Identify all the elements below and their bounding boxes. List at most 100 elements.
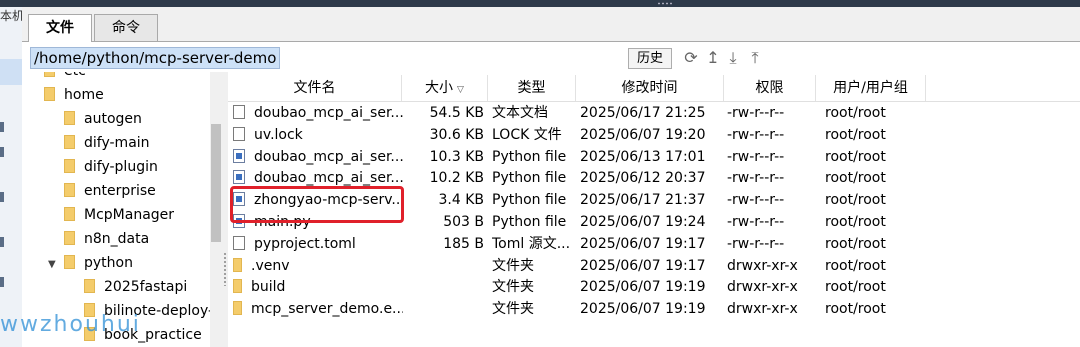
tree-item[interactable]: McpManager [48,204,174,226]
file-perm-cell: drwxr-xr-x [727,279,798,296]
file-type-cell: Python file [492,148,567,165]
top-strip [0,0,1080,7]
file-owner-cell: root/root [825,126,886,143]
tree-item-label: n8n_data [84,231,150,247]
tab-files[interactable]: 文件 [28,14,92,42]
directory-tree[interactable]: etc home autogen dify-main dify-plugin enterp… [22,72,223,347]
folder-icon [233,279,242,294]
tree-item[interactable]: etc [28,72,86,82]
file-mtime-cell: 2025/06/17 21:37 [580,192,706,209]
tree-item[interactable]: 2025fastapi [68,276,187,298]
file-mtime-cell: 2025/06/07 19:20 [580,126,706,143]
folder-icon [84,279,95,293]
folder-icon [64,207,75,221]
column-header-size[interactable]: 大小 ▽ [402,75,488,101]
file-name-text: uv.lock [254,126,303,143]
file-perm-cell: -rw-r--r-- [727,126,785,143]
file-name-text: doubao_mcp_ai_ser... [254,170,403,187]
file-row[interactable]: mcp_server_demo.e... 文件夹 2025/06/07 19:19 d… [228,298,1080,320]
tree-item[interactable]: home [28,84,104,106]
file-type-cell: Toml 源文... [492,235,571,252]
folder-icon [64,183,75,197]
history-button[interactable]: 历史 [628,48,672,69]
column-header-owner[interactable]: 用户/用户组 [816,75,926,101]
file-row[interactable]: doubao_mcp_ai_ser... 54.5 KB 文本文档 2025/06/1… [228,102,1080,124]
tree-item-label: 2025fastapi [104,279,188,295]
folder-icon [44,87,55,101]
file-size-cell: 54.5 KB [429,105,484,121]
file-mtime-cell: 2025/06/07 19:19 [580,301,706,318]
tree-item-label: etc [64,72,86,79]
file-type-cell: LOCK 文件 [492,126,562,143]
left-edge-mark [0,122,4,132]
sort-desc-icon: ▽ [457,85,464,95]
file-mtime-cell: 2025/06/07 19:24 [580,214,706,230]
file-type-cell: 文件夹 [492,301,534,318]
tab-bar: 文件 命令 [22,7,1080,42]
file-perm-cell: -rw-r--r-- [727,214,785,230]
tab-commands[interactable]: 命令 [94,14,158,41]
tree-scrollbar[interactable] [210,72,222,347]
file-perm-cell: -rw-r--r-- [727,170,785,187]
left-edge-mark [0,237,4,247]
column-header-type[interactable]: 类型 [488,75,576,101]
left-edge-mark [0,192,4,202]
file-mtime-cell: 2025/06/07 19:17 [580,257,706,274]
tree-expander-icon[interactable]: ▼ [48,254,60,276]
file-row[interactable]: pyproject.toml 185 B Toml 源文... 2025/06/07 … [228,233,1080,255]
column-header-name[interactable]: 文件名 [228,75,402,101]
splitter-grip[interactable] [223,252,227,286]
left-window-title: 本机 [0,9,23,23]
file-type-cell: Python file [492,170,567,187]
tree-item[interactable]: autogen [48,108,142,130]
download-icon[interactable]: ⤓ [724,48,742,68]
tree-item[interactable]: n8n_data [48,228,149,250]
file-row[interactable]: doubao_mcp_ai_ser... 10.3 KB Python file 20… [228,146,1080,168]
folder-icon [64,255,75,269]
folder-icon [64,159,75,173]
left-edge-mark [0,147,4,157]
file-row[interactable]: .venv 文件夹 2025/06/07 19:17 drwxr-xr-x root/r… [228,255,1080,277]
document-icon [233,235,245,250]
tree-item-label: autogen [84,111,142,127]
file-size-cell: 503 B [443,214,484,230]
path-field[interactable]: /home/python/mcp-server-demo [30,47,281,69]
tree-item[interactable]: enterprise [48,180,156,202]
file-perm-cell: -rw-r--r-- [727,235,785,252]
file-size-cell [404,298,484,320]
file-owner-cell: root/root [825,192,886,209]
path-bar: /home/python/mcp-server-demo 历史 ⟳ ↥ ⤓ ⤒ [22,42,1080,72]
watermark: wwzhouhui [0,312,141,337]
column-header-mtime[interactable]: 修改时间 [576,75,724,101]
up-icon[interactable]: ↥ [704,48,722,68]
file-mtime-cell: 2025/06/12 20:37 [580,170,706,187]
refresh-icon[interactable]: ⟳ [682,48,700,68]
drag-grip[interactable] [657,2,673,5]
file-row[interactable]: build 文件夹 2025/06/07 19:19 drwxr-xr-x root/r… [228,276,1080,298]
file-mtime-cell: 2025/06/07 19:17 [580,235,706,252]
file-name-text: .venv [251,257,290,274]
file-size-cell: 3.4 KB [438,192,485,209]
file-owner-cell: root/root [825,301,886,318]
tree-scrollbar-thumb[interactable] [211,124,221,242]
file-type-cell: Python file [492,192,567,209]
upload-icon[interactable]: ⤒ [746,48,764,68]
column-header-perm[interactable]: 权限 [724,75,816,101]
file-perm-cell: -rw-r--r-- [727,148,785,165]
folder-icon [233,301,242,316]
file-owner-cell: root/root [825,257,886,274]
document-icon [233,126,245,141]
tree-item-label: McpManager [84,207,175,223]
folder-icon [64,135,75,149]
file-owner-cell: root/root [825,279,886,296]
file-row[interactable]: uv.lock 30.6 KB LOCK 文件 2025/06/07 19:20 -rw… [228,124,1080,146]
tree-item-label: home [64,87,104,103]
tree-item[interactable]: dify-plugin [48,156,158,178]
folder-icon [64,231,75,245]
file-name-text: build [251,279,286,296]
file-name-cell: .venv [233,255,403,277]
tree-item[interactable]: ▼ python [48,252,133,274]
document-icon [233,105,245,119]
tree-item[interactable]: dify-main [48,132,150,154]
file-owner-cell: root/root [825,148,886,165]
